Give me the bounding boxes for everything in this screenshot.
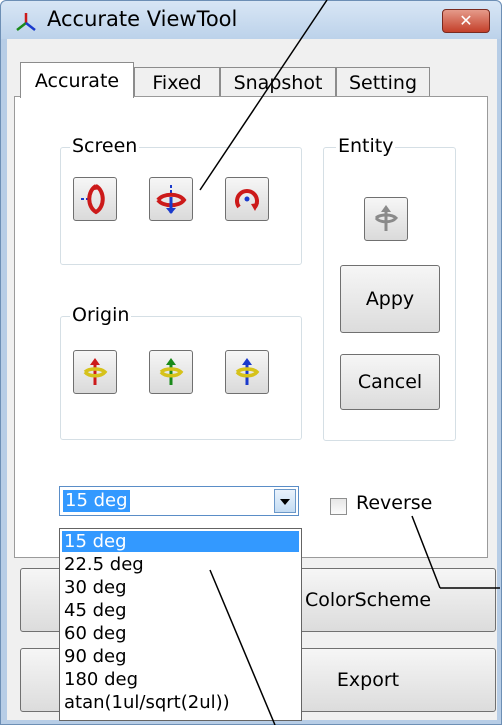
annotation-lines (199, 0, 500, 725)
annotation-line-rotate-vertical (199, 0, 328, 191)
annotation-line-dropdown (209, 569, 276, 725)
annotation-line-reverse (411, 515, 441, 589)
